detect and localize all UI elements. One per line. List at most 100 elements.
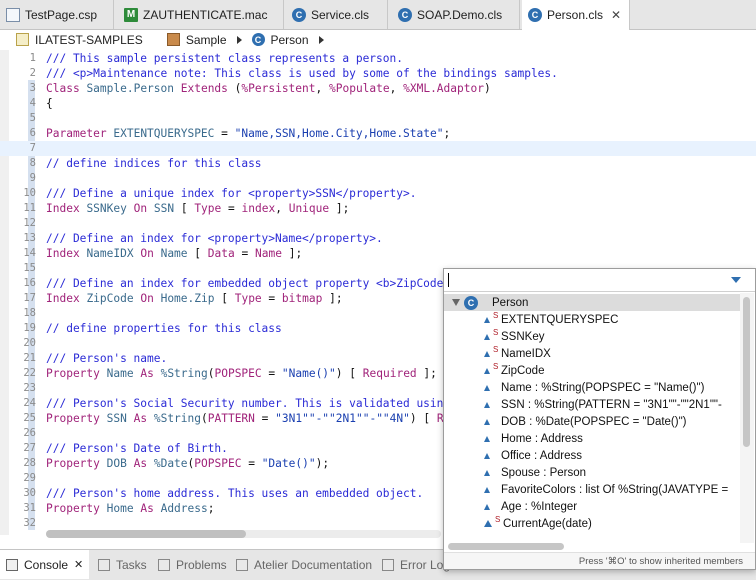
member-label: Name : %String(POPSPEC = "Name()") <box>501 381 705 394</box>
csp-file-icon <box>6 7 20 22</box>
code-text: /// Person's Social Security number. Thi… <box>46 397 451 410</box>
member-item[interactable]: S ZipCode <box>444 362 740 379</box>
line-number: 13 <box>23 232 36 244</box>
tab-label: Console <box>24 557 69 572</box>
popup-horizontal-scrollbar[interactable] <box>448 543 738 550</box>
code-line[interactable]: 12 <box>0 216 756 231</box>
code-line[interactable]: 14 Index NameIDX On Name [ Data = Name ]; <box>0 246 756 261</box>
collapse-toggle-icon[interactable] <box>452 299 460 306</box>
code-line[interactable]: 7 <box>0 141 756 156</box>
member-item[interactable]: S CurrentAge(date) <box>444 515 740 532</box>
member-item[interactable]: FavoriteColors : list Of %String(JAVATYP… <box>444 481 740 498</box>
tab-atelier-documentation[interactable]: Atelier Documentation <box>236 550 372 580</box>
member-item[interactable]: SSN : %String(PATTERN = "3N1""-""2N1""- <box>444 396 740 413</box>
member-label: ZipCode <box>501 364 545 377</box>
tab-error-log[interactable]: Error Log <box>382 550 450 580</box>
tab-label: Person.cls <box>547 8 604 22</box>
code-text: /// Define an index for <property>Name</… <box>46 232 383 245</box>
member-icon <box>484 350 490 357</box>
code-line[interactable]: 10 /// Define a unique index for <propert… <box>0 186 756 201</box>
method-icon <box>484 520 492 527</box>
member-item[interactable]: S EXTENTQUERYSPEC <box>444 311 740 328</box>
code-text: Class Sample.Person Extends (%Persistent… <box>46 82 491 95</box>
member-label: Office : Address <box>501 449 582 462</box>
class-file-icon: C <box>398 7 412 22</box>
code-line[interactable]: 11 Index SSNKey On SSN [ Type = index, Un… <box>0 201 756 216</box>
tab-problems[interactable]: Problems <box>158 550 227 580</box>
editor-horizontal-scrollbar[interactable] <box>46 530 441 538</box>
close-icon[interactable]: ✕ <box>611 8 621 22</box>
tab-testpage-csp[interactable]: TestPage.csp <box>0 0 114 29</box>
code-line[interactable]: 6 Parameter EXTENTQUERYSPEC = "Name,SSN,H… <box>0 126 756 141</box>
class-file-icon: C <box>292 7 306 22</box>
member-item[interactable]: Name : %String(POPSPEC = "Name()") <box>444 379 740 396</box>
code-line[interactable]: 5 <box>0 111 756 126</box>
member-item[interactable]: Age : %Integer <box>444 498 740 515</box>
line-number: 2 <box>29 67 36 79</box>
tab-person-cls[interactable]: C Person.cls ✕ <box>522 0 630 30</box>
tab-label: Atelier Documentation <box>254 558 373 572</box>
breadcrumb: ILATEST-SAMPLES Sample C Person <box>0 30 756 49</box>
close-icon[interactable]: ✕ <box>74 558 83 571</box>
breadcrumb-class[interactable]: Person <box>271 33 309 47</box>
code-text: /// Define a unique index for <property>… <box>46 187 417 200</box>
member-label: DOB : %Date(POPSPEC = "Date()") <box>501 415 687 428</box>
member-item[interactable]: Home : Address <box>444 430 740 447</box>
breadcrumb-project[interactable]: ILATEST-SAMPLES <box>35 33 143 47</box>
static-marker: S <box>493 362 499 371</box>
member-item[interactable]: S SSNKey <box>444 328 740 345</box>
static-marker: S <box>493 345 499 354</box>
tab-zauthenticate-mac[interactable]: M ZAUTHENTICATE.mac <box>118 0 284 29</box>
popup-vertical-scrollbar[interactable] <box>740 293 754 543</box>
line-number: 7 <box>29 142 36 154</box>
chevron-down-icon[interactable] <box>731 277 741 283</box>
code-line[interactable]: 4{ <box>0 96 756 111</box>
member-item[interactable]: Spouse : Person <box>444 464 740 481</box>
tab-console[interactable]: Console ✕ <box>0 550 90 579</box>
member-label: NameIDX <box>501 347 551 360</box>
content-assist-filter-input[interactable] <box>444 269 755 292</box>
line-number: 6 <box>29 127 36 139</box>
tab-service-cls[interactable]: C Service.cls <box>286 0 388 29</box>
line-number: 24 <box>23 397 36 409</box>
code-line[interactable]: 2 /// <p>Maintenance note: This class is … <box>0 66 756 81</box>
member-icon <box>484 486 490 493</box>
member-icon <box>484 367 490 374</box>
static-marker: S <box>493 328 499 337</box>
member-item[interactable]: Office : Address <box>444 447 740 464</box>
code-line[interactable]: 8 // define indices for this class <box>0 156 756 171</box>
line-number: 21 <box>23 352 36 364</box>
member-icon <box>484 503 490 510</box>
member-icon <box>484 316 490 323</box>
breadcrumb-package[interactable]: Sample <box>186 33 227 47</box>
code-line[interactable]: 13 /// Define an index for <property>Name… <box>0 231 756 246</box>
line-number: 16 <box>23 277 36 289</box>
scroll-thumb[interactable] <box>743 297 750 447</box>
scroll-thumb[interactable] <box>46 530 246 538</box>
line-number: 12 <box>23 217 36 229</box>
tab-soap-demo-cls[interactable]: C SOAP.Demo.cls <box>392 0 520 29</box>
tab-tasks[interactable]: Tasks <box>98 550 147 580</box>
line-number: 9 <box>29 172 36 184</box>
member-item[interactable]: DOB : %Date(POPSPEC = "Date()") <box>444 413 740 430</box>
code-line[interactable]: 1 /// This sample persistent class repres… <box>0 51 756 66</box>
tasks-icon <box>98 559 110 571</box>
tree-root-class[interactable]: C Person <box>444 294 740 311</box>
code-line[interactable]: 9 <box>0 171 756 186</box>
code-text: /// Define an index for embedded object … <box>46 277 471 290</box>
member-label: SSNKey <box>501 330 545 343</box>
scroll-thumb[interactable] <box>448 543 564 550</box>
code-line[interactable]: 3 Class Sample.Person Extends (%Persisten… <box>0 81 756 96</box>
member-tree: C Person S EXTENTQUERYSPEC S SSNKey S NameIDX S Z… <box>444 293 740 543</box>
member-item[interactable]: S NameIDX <box>444 345 740 362</box>
line-number: 5 <box>29 112 36 124</box>
line-number: 18 <box>23 307 36 319</box>
line-number: 28 <box>23 457 36 469</box>
tree-root-label: Person <box>492 296 529 309</box>
problems-icon <box>158 559 170 571</box>
static-marker: S <box>495 515 501 524</box>
code-text: /// <p>Maintenance note: This class is u… <box>46 67 558 80</box>
line-number: 32 <box>23 517 36 529</box>
line-number: 20 <box>23 337 36 349</box>
line-number: 1 <box>29 52 36 64</box>
